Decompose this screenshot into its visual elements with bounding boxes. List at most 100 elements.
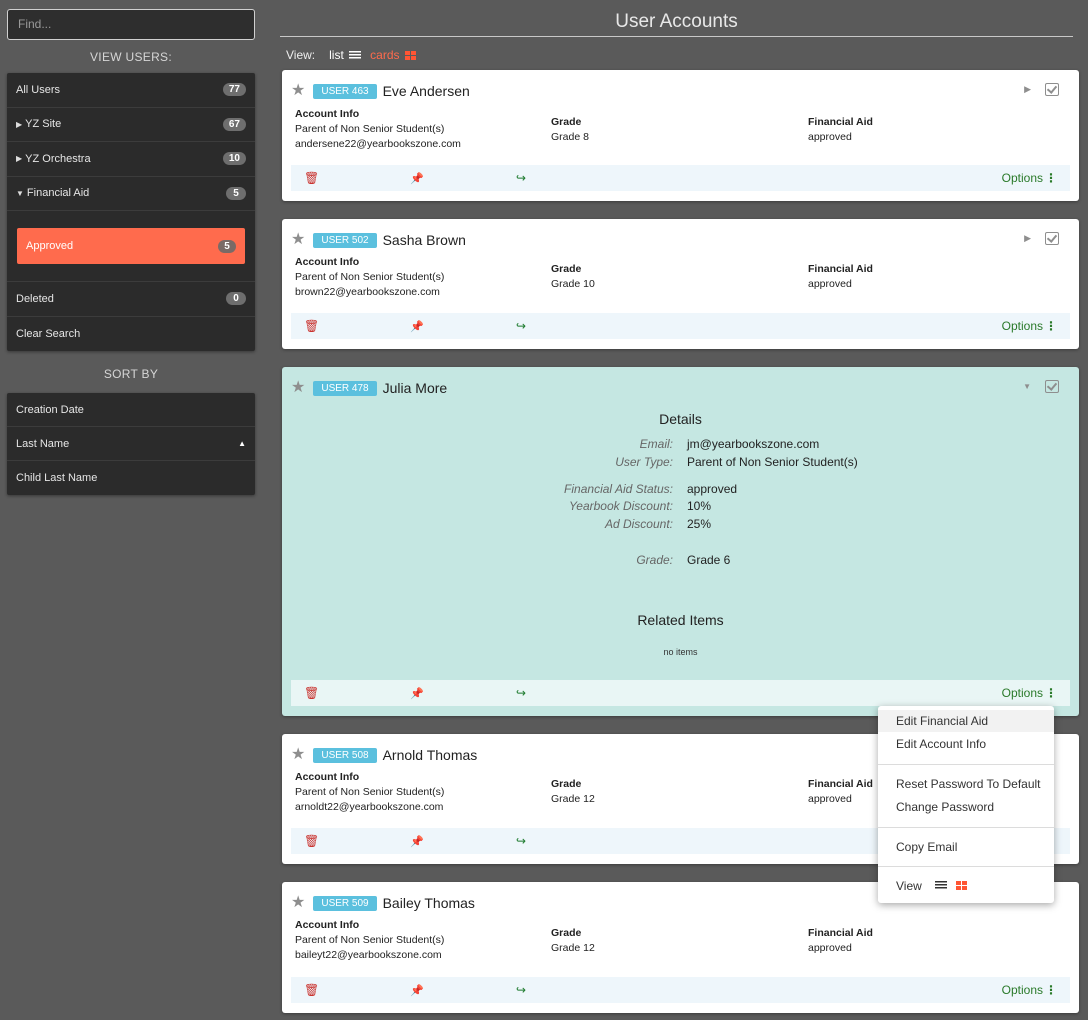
select-checkbox-icon[interactable]	[1045, 232, 1059, 245]
trash-icon[interactable]: 🗑	[304, 834, 319, 848]
select-checkbox-icon[interactable]	[1045, 83, 1059, 96]
view-users-panel: All Users 77 ▶ YZ Site 67 ▶ YZ Orchestra…	[7, 73, 255, 351]
menu-edit-account-info[interactable]: Edit Account Info	[896, 737, 986, 751]
caret-down-icon[interactable]: ▼	[16, 189, 24, 198]
user-name: Arnold Thomas	[382, 747, 478, 763]
share-icon[interactable]: ↪	[516, 983, 526, 997]
trash-icon[interactable]: 🗑	[304, 319, 319, 333]
user-card-expanded: ★ USER 478 Julia More ▼ Details Email: jm@…	[282, 367, 1079, 716]
detail-ad-discount: 25%	[687, 517, 712, 531]
sort-last-name[interactable]: Last Name ▲	[7, 427, 255, 461]
sort-asc-icon: ▲	[238, 439, 246, 448]
user-name: Bailey Thomas	[382, 895, 475, 911]
detail-user-type: Parent of Non Senior Student(s)	[687, 455, 858, 469]
financial-aid-subitems: Approved 5	[7, 211, 255, 282]
pin-icon[interactable]: 📌	[410, 172, 424, 185]
options-button[interactable]: Options ⋮	[1002, 171, 1057, 185]
search-input[interactable]: Find...	[7, 9, 255, 40]
sidebar-item-all-users[interactable]: All Users 77	[7, 73, 255, 108]
menu-copy-email[interactable]: Copy Email	[896, 840, 957, 854]
financial-aid-info: Financial Aid approved	[808, 778, 873, 805]
pin-icon[interactable]: 📌	[410, 835, 424, 848]
star-icon[interactable]: ★	[291, 747, 305, 763]
options-button[interactable]: Options ⋮	[1002, 319, 1057, 333]
grade-info: Grade Grade 12	[551, 778, 595, 805]
options-button[interactable]: Options ⋮	[1002, 686, 1057, 700]
account-info: Account Info Parent of Non Senior Student…	[295, 108, 461, 150]
sort-creation-date[interactable]: Creation Date	[7, 393, 255, 427]
pin-icon[interactable]: 📌	[410, 984, 424, 997]
details-section: Details Email: jm@yearbookszone.com User…	[282, 411, 1079, 657]
sidebar-item-label: YZ Orchestra	[25, 152, 91, 165]
star-icon[interactable]: ★	[291, 895, 305, 911]
grid-icon[interactable]	[956, 881, 967, 891]
pin-icon[interactable]: 📌	[410, 320, 424, 333]
user-card: ★ USER 502 Sasha Brown ▶ Account Info Paren…	[282, 219, 1079, 349]
detail-label: User Type:	[615, 455, 673, 469]
user-name: Sasha Brown	[382, 232, 466, 248]
trash-icon[interactable]: 🗑	[304, 686, 319, 700]
user-email: arnoldt22@yearbookszone.com	[295, 801, 444, 813]
card-footer: 🗑 📌 ↪ Options ⋮	[291, 977, 1070, 1003]
user-id-badge: USER 463	[313, 83, 377, 99]
related-items-empty: no items	[663, 647, 698, 657]
star-icon[interactable]: ★	[291, 380, 305, 396]
sidebar-item-yz-site[interactable]: ▶ YZ Site 67	[7, 108, 255, 142]
sort-by-heading: SORT BY	[103, 367, 159, 381]
share-icon[interactable]: ↪	[516, 834, 526, 848]
detail-label: Financial Aid Status:	[564, 482, 673, 496]
clear-search-button[interactable]: Clear Search	[7, 317, 255, 352]
sidebar-item-financial-aid[interactable]: ▼ Financial Aid 5	[7, 177, 255, 211]
card-footer: 🗑 📌 ↪ Options ⋮	[291, 165, 1070, 191]
detail-aid-status: approved	[687, 482, 738, 496]
share-icon[interactable]: ↪	[516, 686, 526, 700]
detail-yearbook-discount: 10%	[687, 499, 712, 513]
sort-label: Last Name	[16, 437, 70, 450]
user-id-badge: USER 478	[313, 380, 377, 396]
options-menu: Edit Financial Aid Edit Account Info Res…	[878, 706, 1054, 903]
view-cards-toggle[interactable]: cards	[370, 48, 416, 62]
expand-icon[interactable]: ▶	[1024, 84, 1031, 95]
count-badge: 5	[226, 186, 246, 200]
count-badge: 0	[226, 292, 246, 306]
detail-label: Ad Discount:	[604, 517, 673, 531]
sidebar-item-yz-orchestra[interactable]: ▶ YZ Orchestra 10	[7, 142, 255, 177]
select-checkbox-icon[interactable]	[1045, 380, 1059, 393]
menu-divider	[878, 827, 1054, 828]
user-id-badge: USER 502	[313, 232, 377, 248]
share-icon[interactable]: ↪	[516, 319, 526, 333]
expand-icon[interactable]: ▶	[1024, 233, 1031, 244]
options-button[interactable]: Options ⋮	[1002, 983, 1057, 997]
collapse-icon[interactable]: ▼	[1023, 382, 1031, 391]
trash-icon[interactable]: 🗑	[304, 983, 319, 997]
view-list-toggle[interactable]: list	[329, 48, 362, 62]
count-badge: 77	[222, 83, 246, 97]
grade-info: Grade Grade 8	[551, 116, 589, 143]
user-id-badge: USER 509	[313, 895, 377, 911]
main-content: User Accounts View: list cards ★ USER 463…	[280, 0, 1079, 1013]
sidebar: Find... VIEW USERS: All Users 77 ▶ YZ Si…	[7, 9, 255, 495]
grade-info: Grade Grade 12	[551, 927, 595, 954]
sidebar-item-label: All Users	[16, 83, 61, 96]
pin-icon[interactable]: 📌	[410, 687, 424, 700]
list-icon[interactable]	[935, 881, 947, 890]
detail-label: Email:	[639, 437, 673, 451]
sidebar-item-deleted[interactable]: Deleted 0	[7, 282, 255, 317]
menu-change-password[interactable]: Change Password	[896, 800, 994, 814]
share-icon[interactable]: ↪	[516, 171, 526, 185]
user-email: baileyt22@yearbookszone.com	[295, 949, 442, 961]
caret-right-icon[interactable]: ▶	[16, 154, 22, 163]
menu-edit-financial-aid[interactable]: Edit Financial Aid	[896, 714, 988, 728]
caret-right-icon[interactable]: ▶	[16, 120, 22, 129]
sort-child-last-name[interactable]: Child Last Name	[7, 461, 255, 495]
sidebar-item-approved[interactable]: Approved 5	[17, 228, 245, 264]
sort-label: Child Last Name	[16, 472, 98, 484]
star-icon[interactable]: ★	[291, 232, 305, 248]
detail-label: Yearbook Discount:	[568, 499, 673, 513]
menu-view-label: View	[896, 879, 922, 893]
trash-icon[interactable]: 🗑	[304, 171, 319, 185]
star-icon[interactable]: ★	[291, 83, 305, 99]
view-switcher: View: list cards	[282, 41, 1079, 69]
menu-reset-password[interactable]: Reset Password To Default	[896, 777, 1041, 791]
sidebar-item-label: Deleted	[16, 292, 54, 305]
